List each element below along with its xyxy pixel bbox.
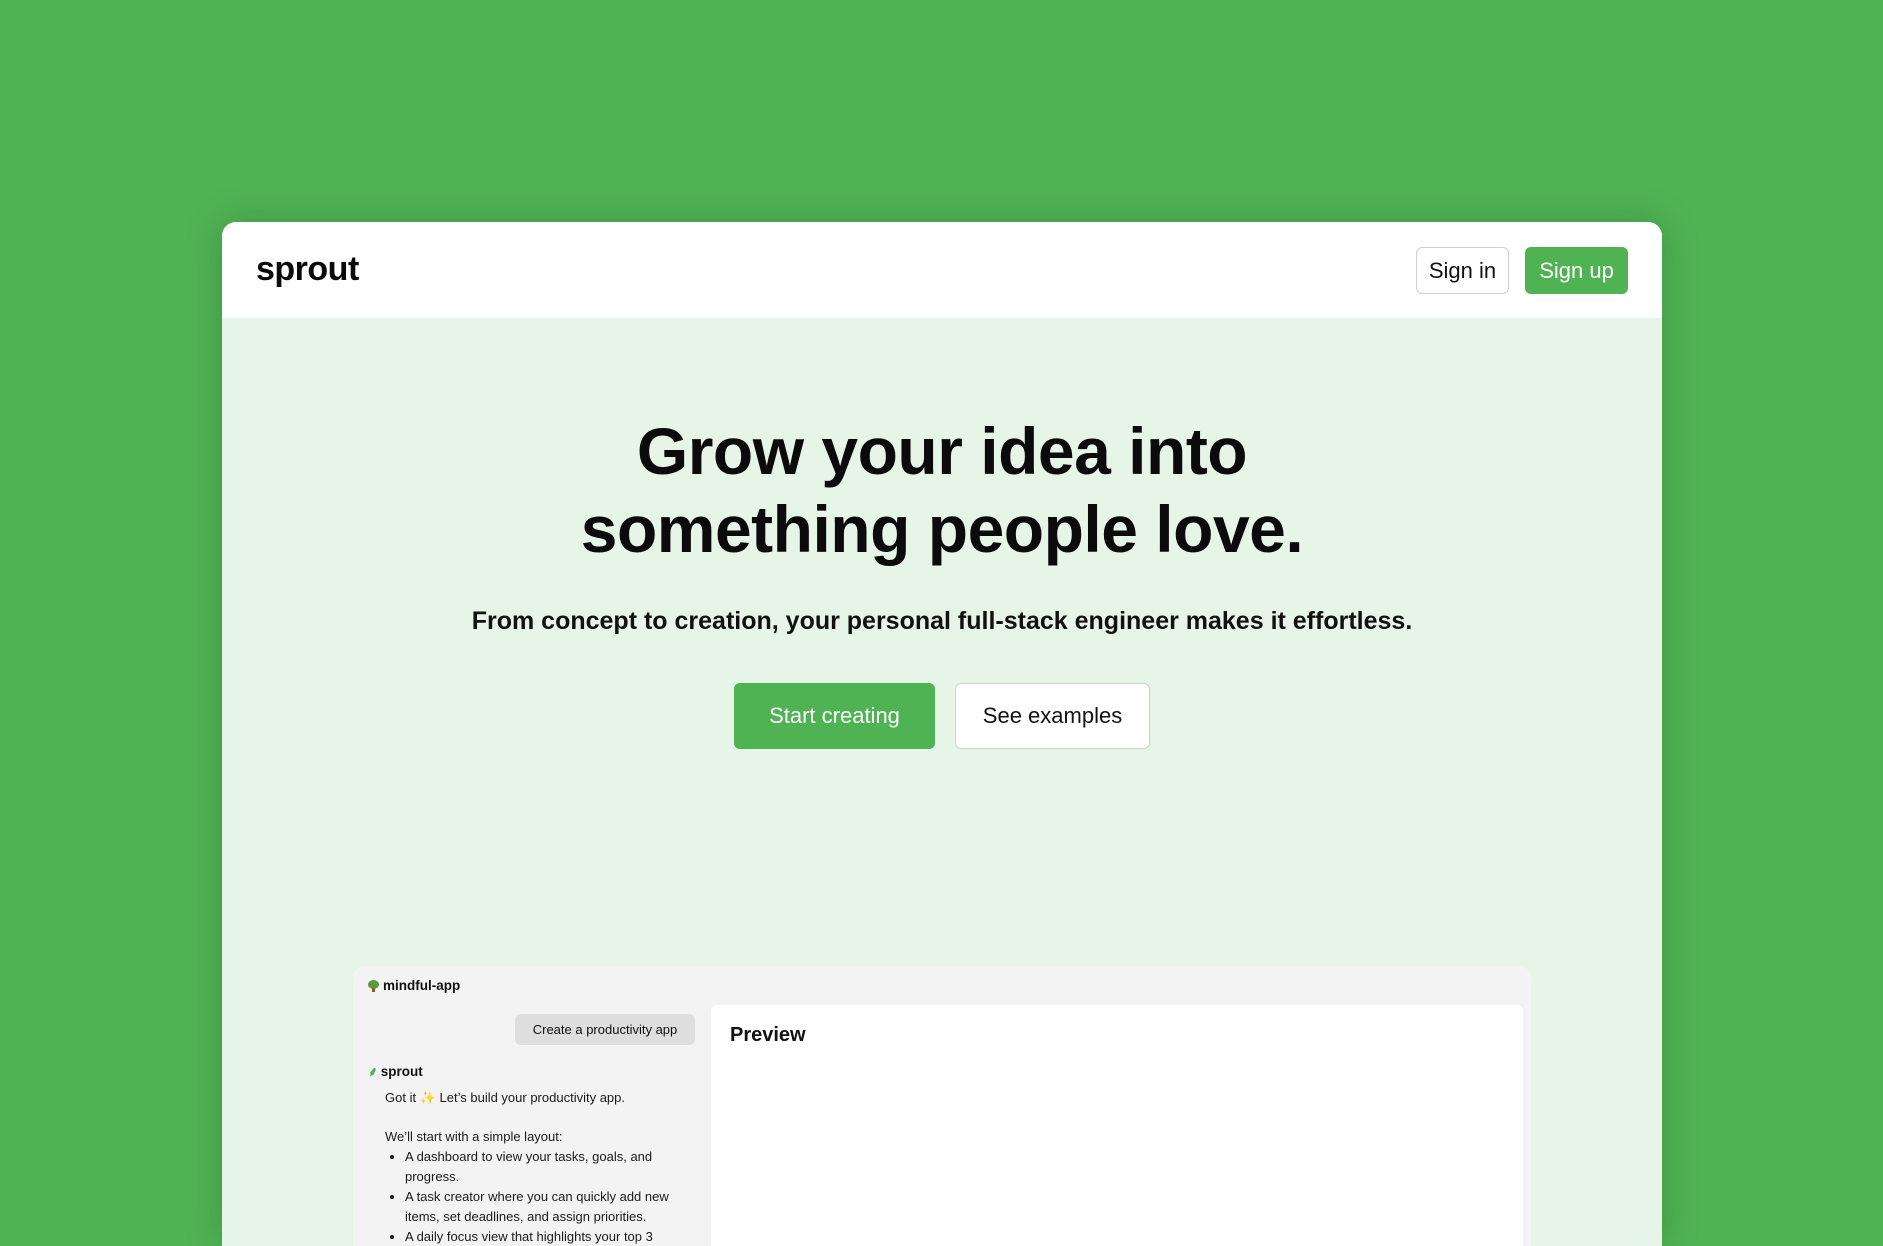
preview-panel: Preview xyxy=(711,1005,1523,1246)
layout-intro: We’ll start with a simple layout: xyxy=(385,1129,563,1144)
top-navbar: sprout Sign in Sign up xyxy=(222,222,1662,318)
app-preview-mockup: mindful-app Create a productivity app ⸙ … xyxy=(353,966,1531,1246)
hero-subtitle: From concept to creation, your personal … xyxy=(471,607,1413,635)
tree-icon xyxy=(368,979,379,992)
hero-title-line-2: something people love. xyxy=(580,492,1304,566)
hero-title: Grow your idea into something people lov… xyxy=(222,412,1662,568)
preview-title: Preview xyxy=(730,1024,806,1046)
project-title: mindful-app xyxy=(368,978,460,993)
reply-intro-suffix: Let’s build your productivity app. xyxy=(439,1090,625,1105)
list-item: A dashboard to view your tasks, goals, a… xyxy=(405,1147,705,1187)
see-examples-button[interactable]: See examples xyxy=(955,683,1150,749)
start-creating-button[interactable]: Start creating xyxy=(734,683,935,749)
reply-intro: Got it ✨ Let’s build your productivity a… xyxy=(385,1088,705,1108)
sparkle-icon: ✨ xyxy=(419,1090,436,1105)
feature-list: A dashboard to view your tasks, goals, a… xyxy=(385,1147,705,1246)
hero-title-line-1: Grow your idea into xyxy=(636,414,1248,488)
bot-name: sprout xyxy=(380,1063,423,1079)
project-name: mindful-app xyxy=(383,978,461,993)
user-prompt-bubble: Create a productivity app xyxy=(515,1014,695,1045)
sign-in-button[interactable]: Sign in xyxy=(1416,247,1509,294)
reply-intro-prefix: Got it xyxy=(385,1090,417,1105)
bot-reply: Got it ✨ Let’s build your productivity a… xyxy=(385,1088,705,1246)
sign-up-button[interactable]: Sign up xyxy=(1525,247,1628,294)
browser-window: sprout Sign in Sign up Grow your idea in… xyxy=(222,222,1662,1246)
sprout-icon: ⸙ xyxy=(368,1064,378,1079)
bot-header: ⸙ sprout xyxy=(368,1062,423,1080)
list-item: A task creator where you can quickly add… xyxy=(405,1187,705,1227)
sprout-logo[interactable]: sprout xyxy=(256,250,359,289)
list-item: A daily focus view that highlights your … xyxy=(405,1227,705,1246)
